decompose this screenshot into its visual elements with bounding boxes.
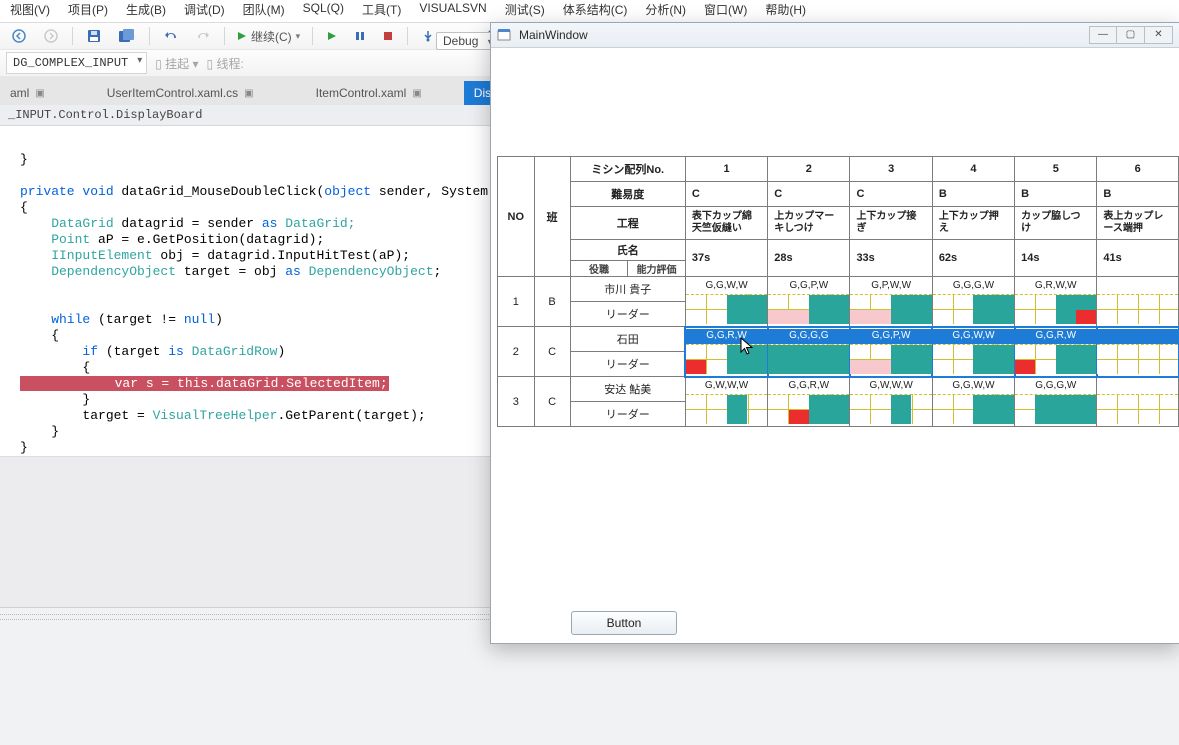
menu-window[interactable]: 窗口(W) <box>704 1 747 18</box>
save-all-button[interactable] <box>113 26 141 46</box>
pin-icon: ▣ <box>412 88 421 99</box>
grid-cell[interactable]: G,W,W,W <box>850 377 932 427</box>
grid-cell[interactable]: G,G,P,W <box>850 327 932 377</box>
process-dropdown[interactable]: DG_COMPLEX_INPUT <box>6 52 147 74</box>
undo-button[interactable] <box>158 26 184 46</box>
suspend-label: ▯ 挂起 ▾ <box>155 55 198 72</box>
start-continue-dropdown[interactable]: 继续(C) ▾ <box>233 28 304 45</box>
grid-cell[interactable]: G,G,G,G <box>768 327 850 377</box>
window-title: MainWindow <box>519 28 588 42</box>
grid-cell[interactable]: G,G,W,W <box>932 377 1014 427</box>
pause-button[interactable] <box>349 26 371 46</box>
nav-forward-button[interactable] <box>38 26 64 46</box>
pin-icon: ▣ <box>244 88 253 99</box>
continue-label: 继续(C) <box>251 28 292 45</box>
tab-xaml[interactable]: aml▣ <box>0 81 57 105</box>
grid-cell[interactable]: G,G,R,W <box>685 327 767 377</box>
window-titlebar[interactable]: MainWindow — ▢ ✕ <box>491 23 1179 48</box>
grid-cell[interactable]: G,G,G,W <box>1015 377 1097 427</box>
action-button[interactable]: Button <box>571 611 677 635</box>
menu-analyze[interactable]: 分析(N) <box>645 1 686 18</box>
tab-itemcontrol[interactable]: ItemControl.xaml▣ <box>306 81 434 105</box>
grid-cell[interactable] <box>1097 277 1179 327</box>
grid-cell[interactable]: G,G,G,W <box>932 277 1014 327</box>
config-dropdown-label: Debug <box>443 34 478 48</box>
tab-useritemcontrol[interactable]: UserItemControl.xaml.cs▣ <box>97 81 266 105</box>
main-menu-bar: 视图(V) 项目(P) 生成(B) 调试(D) 团队(M) SQL(Q) 工具(… <box>0 0 1179 23</box>
grid-cell[interactable]: G,P,W,W <box>850 277 932 327</box>
data-grid[interactable]: NO班ミシン配列No.123456難易度CCCBBB工程表下カップ綿天竺仮縫い上… <box>497 156 1179 427</box>
minimize-button[interactable]: — <box>1089 26 1117 44</box>
thread-label: ▯ 线程: <box>207 55 244 72</box>
grid-cell[interactable] <box>1097 377 1179 427</box>
menu-sql[interactable]: SQL(Q) <box>303 1 344 18</box>
grid-cell[interactable]: G,W,W,W <box>685 377 767 427</box>
app-icon <box>497 28 511 42</box>
menu-build[interactable]: 生成(B) <box>126 1 166 18</box>
save-button[interactable] <box>81 26 107 46</box>
menu-team[interactable]: 团队(M) <box>243 1 285 18</box>
pin-icon: ▣ <box>35 88 44 99</box>
grid-cell[interactable]: G,G,W,W <box>685 277 767 327</box>
menu-view[interactable]: 视图(V) <box>10 1 50 18</box>
menu-project[interactable]: 项目(P) <box>68 1 108 18</box>
grid-cell[interactable]: G,G,R,W <box>768 377 850 427</box>
highlighted-line: var s = this.dataGrid.SelectedItem; <box>20 376 389 391</box>
grid-cell[interactable]: G,G,P,W <box>768 277 850 327</box>
menu-visualsvn[interactable]: VISUALSVN <box>419 1 486 18</box>
close-button[interactable]: ✕ <box>1145 26 1173 44</box>
redo-button[interactable] <box>190 26 216 46</box>
grid-cell[interactable] <box>1097 327 1179 377</box>
run-button[interactable] <box>321 26 343 46</box>
maximize-button[interactable]: ▢ <box>1117 26 1145 44</box>
stop-button[interactable] <box>377 26 399 46</box>
menu-test[interactable]: 测试(S) <box>505 1 545 18</box>
grid-cell[interactable]: G,G,W,W <box>932 327 1014 377</box>
menu-help[interactable]: 帮助(H) <box>765 1 806 18</box>
nav-back-button[interactable] <box>6 26 32 46</box>
grid-cell[interactable]: G,G,R,W <box>1015 327 1097 377</box>
menu-architecture[interactable]: 体系结构(C) <box>563 1 628 18</box>
main-window: MainWindow — ▢ ✕ NO班ミシン配列No.123456難易度CCC… <box>490 22 1179 644</box>
grid-cell[interactable]: G,R,W,W <box>1015 277 1097 327</box>
menu-debug[interactable]: 调试(D) <box>184 1 225 18</box>
menu-tools[interactable]: 工具(T) <box>362 1 401 18</box>
